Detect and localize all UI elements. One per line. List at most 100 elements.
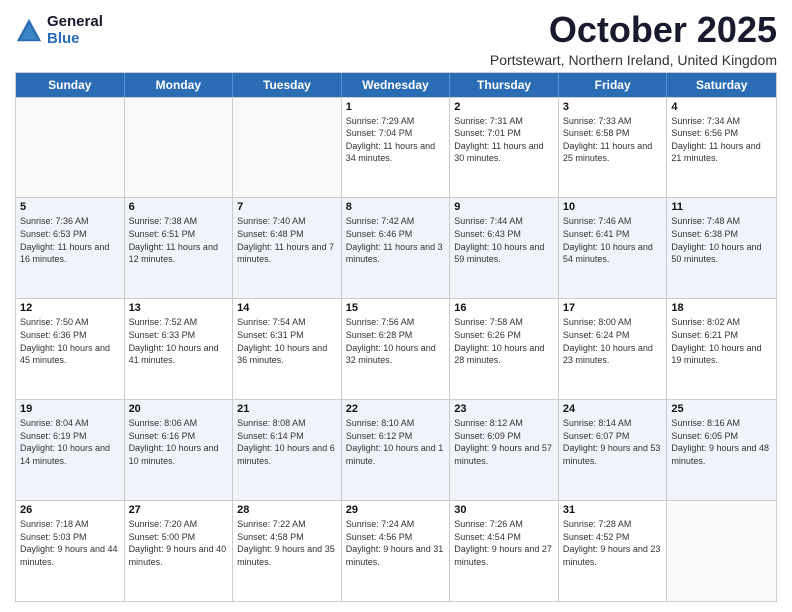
day-number: 11 (671, 201, 772, 213)
calendar-cell: 2 Sunrise: 7:31 AM Sunset: 7:01 PM Daylig… (450, 98, 559, 198)
day-number: 14 (237, 302, 337, 314)
cell-info: Sunrise: 7:52 AM Sunset: 6:33 PM Dayligh… (129, 316, 229, 366)
calendar-cell: 28 Sunrise: 7:22 AM Sunset: 4:58 PM Dayli… (233, 501, 342, 601)
cell-info: Sunrise: 7:22 AM Sunset: 4:58 PM Dayligh… (237, 518, 337, 568)
cell-info: Sunrise: 7:36 AM Sunset: 6:53 PM Dayligh… (20, 215, 120, 265)
day-number: 26 (20, 504, 120, 516)
calendar-cell: 8 Sunrise: 7:42 AM Sunset: 6:46 PM Daylig… (342, 198, 451, 298)
cell-info: Sunrise: 8:14 AM Sunset: 6:07 PM Dayligh… (563, 417, 663, 467)
calendar-row: 5 Sunrise: 7:36 AM Sunset: 6:53 PM Daylig… (16, 197, 776, 298)
cell-info: Sunrise: 7:48 AM Sunset: 6:38 PM Dayligh… (671, 215, 772, 265)
calendar-header: Sunday Monday Tuesday Wednesday Thursday… (16, 73, 776, 97)
cell-info: Sunrise: 7:42 AM Sunset: 6:46 PM Dayligh… (346, 215, 446, 265)
calendar-cell (667, 501, 776, 601)
day-number: 23 (454, 403, 554, 415)
cell-info: Sunrise: 7:26 AM Sunset: 4:54 PM Dayligh… (454, 518, 554, 568)
header-thursday: Thursday (450, 73, 559, 97)
cell-info: Sunrise: 8:02 AM Sunset: 6:21 PM Dayligh… (671, 316, 772, 366)
calendar-cell: 15Sunrise: 7:56 AM Sunset: 6:28 PM Dayli… (342, 299, 451, 399)
cell-info: Sunrise: 8:00 AM Sunset: 6:24 PM Dayligh… (563, 316, 663, 366)
calendar-cell: 11 Sunrise: 7:48 AM Sunset: 6:38 PM Dayli… (667, 198, 776, 298)
calendar-cell: 19 Sunrise: 8:04 AM Sunset: 6:19 PM Dayli… (16, 400, 125, 500)
location: Portstewart, Northern Ireland, United Ki… (490, 52, 777, 68)
cell-info: Sunrise: 7:54 AM Sunset: 6:31 PM Dayligh… (237, 316, 337, 366)
header-friday: Friday (559, 73, 668, 97)
calendar-cell: 14 Sunrise: 7:54 AM Sunset: 6:31 PM Dayli… (233, 299, 342, 399)
day-number: 21 (237, 403, 337, 415)
day-number: 5 (20, 201, 120, 213)
day-number: 29 (346, 504, 446, 516)
day-number: 20 (129, 403, 229, 415)
calendar-body: 1Sunrise: 7:29 AM Sunset: 7:04 PM Daylig… (16, 97, 776, 601)
day-number: 8 (346, 201, 446, 213)
calendar-cell: 6 Sunrise: 7:38 AM Sunset: 6:51 PM Daylig… (125, 198, 234, 298)
day-number: 13 (129, 302, 229, 314)
day-number: 24 (563, 403, 663, 415)
calendar-cell: 29Sunrise: 7:24 AM Sunset: 4:56 PM Dayli… (342, 501, 451, 601)
calendar-cell: 13 Sunrise: 7:52 AM Sunset: 6:33 PM Dayli… (125, 299, 234, 399)
calendar-cell: 20 Sunrise: 8:06 AM Sunset: 6:16 PM Dayli… (125, 400, 234, 500)
calendar-cell: 24 Sunrise: 8:14 AM Sunset: 6:07 PM Dayli… (559, 400, 668, 500)
day-number: 22 (346, 403, 446, 415)
cell-info: Sunrise: 7:20 AM Sunset: 5:00 PM Dayligh… (129, 518, 229, 568)
day-number: 12 (20, 302, 120, 314)
calendar-cell: 21 Sunrise: 8:08 AM Sunset: 6:14 PM Dayli… (233, 400, 342, 500)
cell-info: Sunrise: 8:10 AM Sunset: 6:12 PM Dayligh… (346, 417, 446, 467)
day-number: 2 (454, 101, 554, 113)
month-title: October 2025 (490, 10, 777, 50)
day-number: 6 (129, 201, 229, 213)
calendar-cell (16, 98, 125, 198)
cell-info: Sunrise: 8:16 AM Sunset: 6:05 PM Dayligh… (671, 417, 772, 467)
logo: General Blue (15, 14, 103, 47)
day-number: 15 (346, 302, 446, 314)
day-number: 31 (563, 504, 663, 516)
calendar-cell: 23 Sunrise: 8:12 AM Sunset: 6:09 PM Dayli… (450, 400, 559, 500)
calendar-cell (233, 98, 342, 198)
logo-general: General (47, 14, 103, 31)
cell-info: Sunrise: 7:50 AM Sunset: 6:36 PM Dayligh… (20, 316, 120, 366)
cell-info: Sunrise: 8:04 AM Sunset: 6:19 PM Dayligh… (20, 417, 120, 467)
title-block: October 2025 Portstewart, Northern Irela… (490, 10, 777, 68)
cell-info: Sunrise: 7:31 AM Sunset: 7:01 PM Dayligh… (454, 115, 554, 165)
cell-info: Sunrise: 7:58 AM Sunset: 6:26 PM Dayligh… (454, 316, 554, 366)
cell-info: Sunrise: 8:08 AM Sunset: 6:14 PM Dayligh… (237, 417, 337, 467)
calendar-cell: 9Sunrise: 7:44 AM Sunset: 6:43 PM Daylig… (450, 198, 559, 298)
calendar-cell: 18 Sunrise: 8:02 AM Sunset: 6:21 PM Dayli… (667, 299, 776, 399)
day-number: 19 (20, 403, 120, 415)
page: General Blue October 2025 Portstewart, N… (0, 0, 792, 612)
header-tuesday: Tuesday (233, 73, 342, 97)
header-sunday: Sunday (16, 73, 125, 97)
day-number: 16 (454, 302, 554, 314)
calendar-cell: 31Sunrise: 7:28 AM Sunset: 4:52 PM Dayli… (559, 501, 668, 601)
day-number: 17 (563, 302, 663, 314)
day-number: 4 (671, 101, 772, 113)
day-number: 9 (454, 201, 554, 213)
cell-info: Sunrise: 7:34 AM Sunset: 6:56 PM Dayligh… (671, 115, 772, 165)
calendar-cell: 1Sunrise: 7:29 AM Sunset: 7:04 PM Daylig… (342, 98, 451, 198)
header-wednesday: Wednesday (342, 73, 451, 97)
cell-info: Sunrise: 8:06 AM Sunset: 6:16 PM Dayligh… (129, 417, 229, 467)
calendar-cell: 30Sunrise: 7:26 AM Sunset: 4:54 PM Dayli… (450, 501, 559, 601)
calendar-cell: 5 Sunrise: 7:36 AM Sunset: 6:53 PM Daylig… (16, 198, 125, 298)
day-number: 25 (671, 403, 772, 415)
cell-info: Sunrise: 7:18 AM Sunset: 5:03 PM Dayligh… (20, 518, 120, 568)
cell-info: Sunrise: 7:29 AM Sunset: 7:04 PM Dayligh… (346, 115, 446, 165)
logo-text: General Blue (47, 14, 103, 47)
calendar-row: 1Sunrise: 7:29 AM Sunset: 7:04 PM Daylig… (16, 97, 776, 198)
cell-info: Sunrise: 8:12 AM Sunset: 6:09 PM Dayligh… (454, 417, 554, 467)
header-monday: Monday (125, 73, 234, 97)
calendar-cell: 10Sunrise: 7:46 AM Sunset: 6:41 PM Dayli… (559, 198, 668, 298)
calendar-cell: 17 Sunrise: 8:00 AM Sunset: 6:24 PM Dayli… (559, 299, 668, 399)
header-saturday: Saturday (667, 73, 776, 97)
calendar-cell: 26 Sunrise: 7:18 AM Sunset: 5:03 PM Dayli… (16, 501, 125, 601)
calendar-cell (125, 98, 234, 198)
day-number: 28 (237, 504, 337, 516)
day-number: 10 (563, 201, 663, 213)
day-number: 18 (671, 302, 772, 314)
cell-info: Sunrise: 7:38 AM Sunset: 6:51 PM Dayligh… (129, 215, 229, 265)
calendar-cell: 3Sunrise: 7:33 AM Sunset: 6:58 PM Daylig… (559, 98, 668, 198)
calendar: Sunday Monday Tuesday Wednesday Thursday… (15, 72, 777, 602)
day-number: 27 (129, 504, 229, 516)
calendar-row: 19 Sunrise: 8:04 AM Sunset: 6:19 PM Dayli… (16, 399, 776, 500)
calendar-row: 26 Sunrise: 7:18 AM Sunset: 5:03 PM Dayli… (16, 500, 776, 601)
